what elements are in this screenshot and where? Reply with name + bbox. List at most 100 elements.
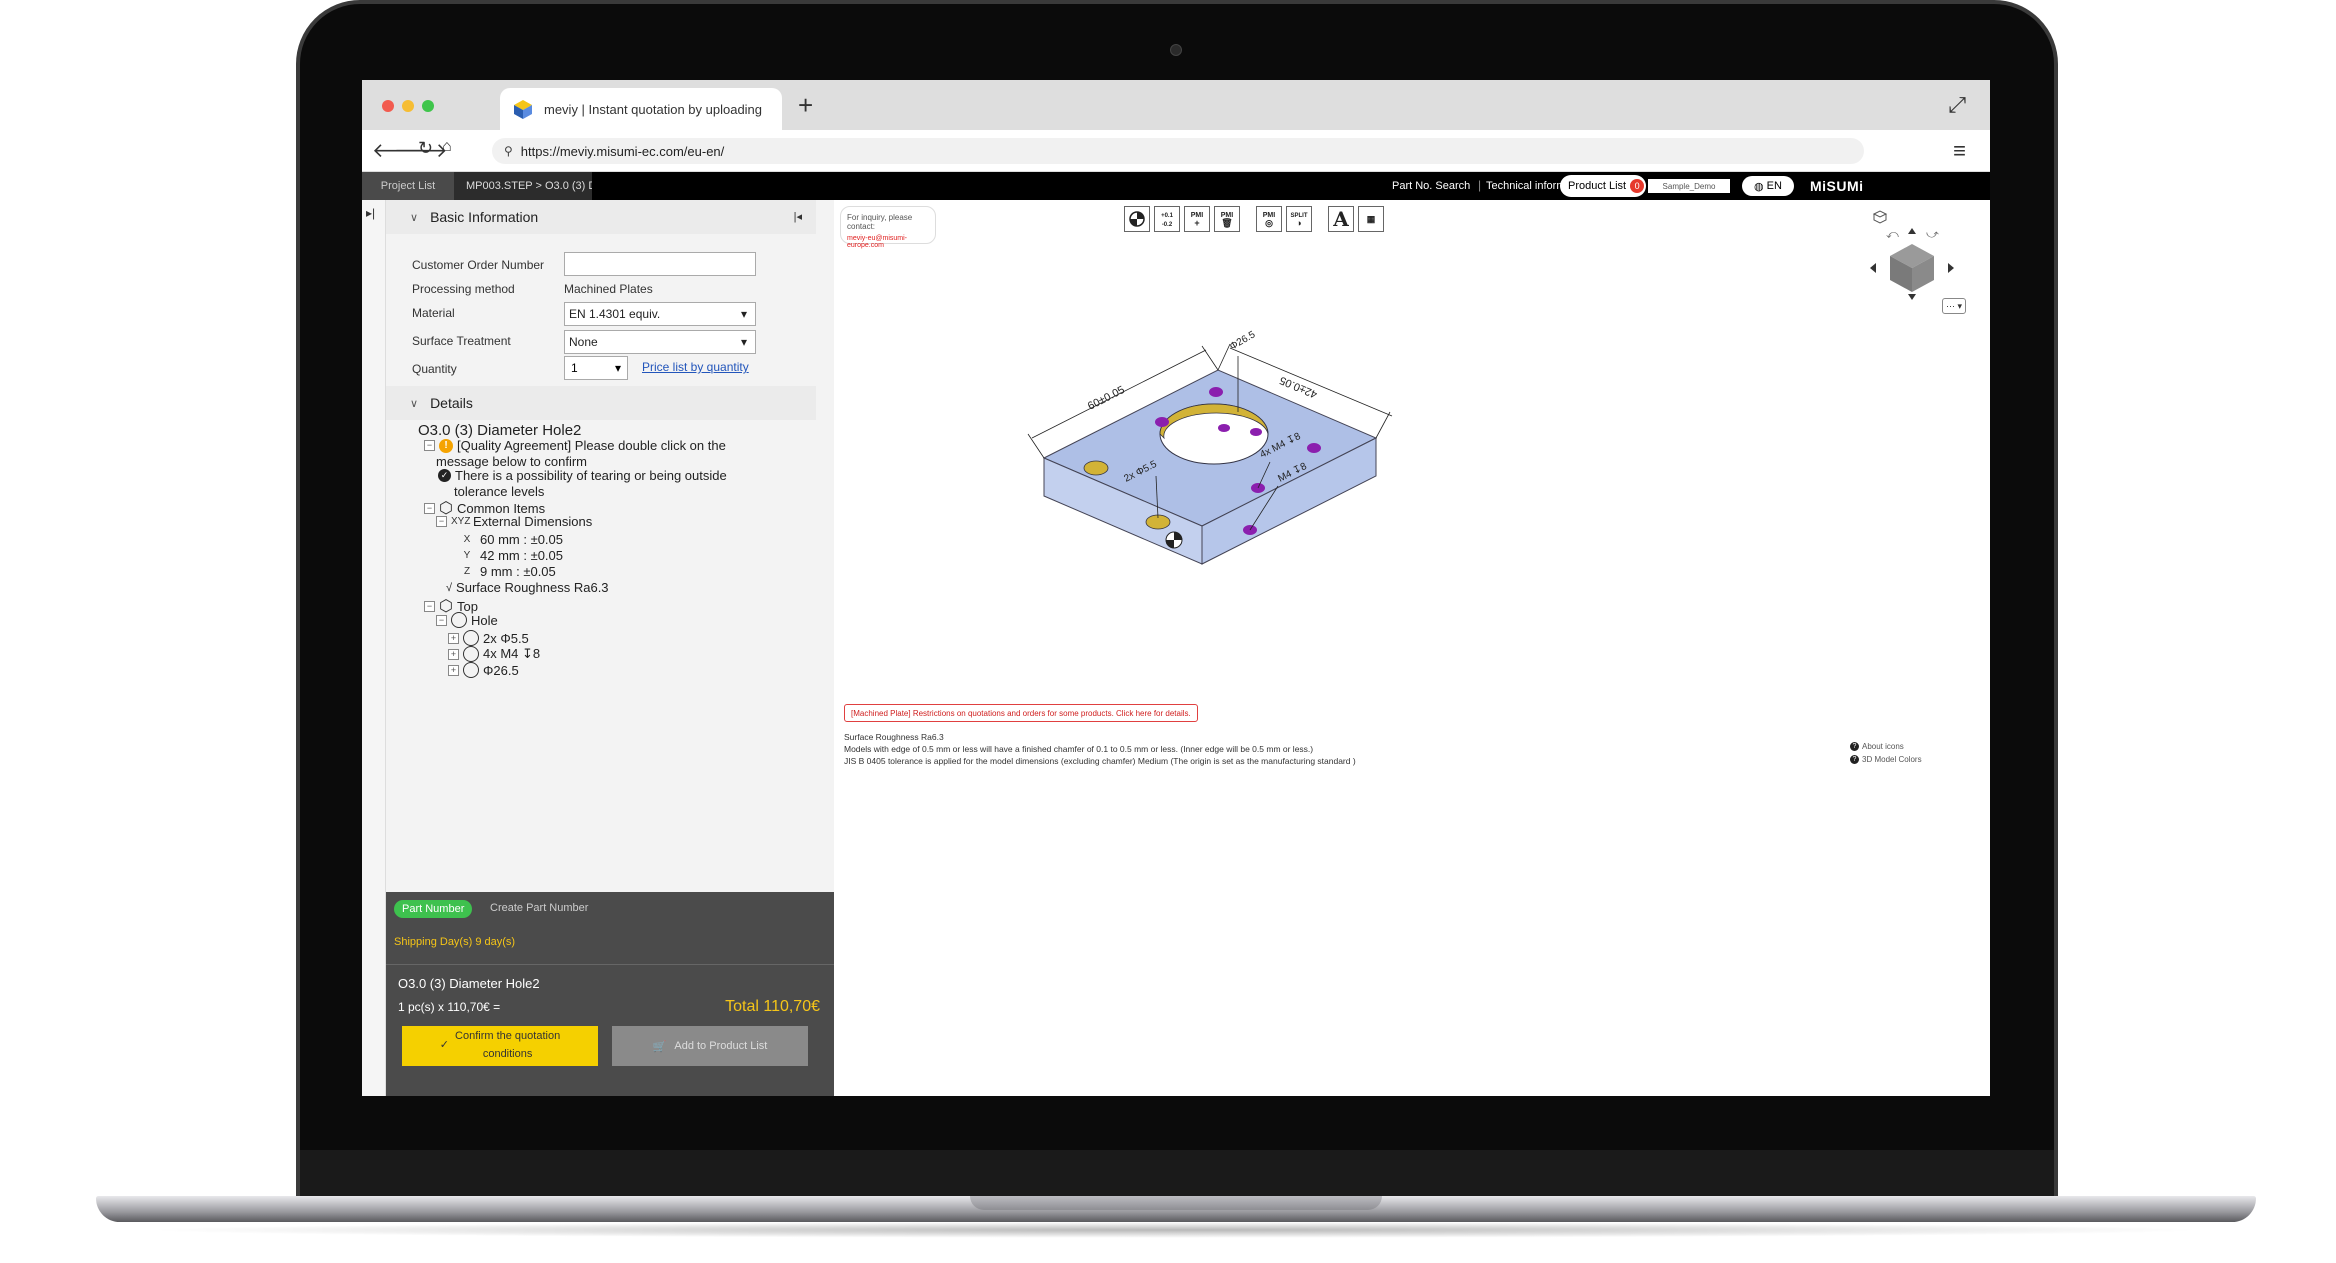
breadcrumb[interactable]: MP003.STEP > O3.0 (3) Diameter ... [454,172,592,200]
3d-model[interactable]: 60±0.05 42±0.05 Φ26.5 2x Φ5.5 4x M4 ↧8 M… [994,330,1434,630]
browser-tabbar: meviy | Instant quotation by uploading 3… [362,80,1990,130]
warning-icon: ! [439,438,453,453]
dimension-y[interactable]: Y 42 mm : ±0.05 [458,548,563,563]
info-tolerance: JIS B 0405 tolerance is applied for the … [844,756,1356,766]
side-collapse-bar[interactable]: ▸| [362,200,386,1096]
expand-panel-icon[interactable]: ▸| [366,206,375,220]
origin-marker-icon [1165,531,1183,549]
external-dimensions-node[interactable]: − XYZ External Dimensions [436,514,592,529]
chevron-down-icon: ∨ [410,211,419,224]
close-window-icon[interactable] [382,100,394,112]
arrow-left-icon[interactable] [1870,263,1876,273]
menu-icon[interactable]: ≡ [1953,138,1966,164]
create-part-number-link[interactable]: Create Part Number [490,902,588,914]
quality-agreement-node[interactable]: − ! [Quality Agreement] Please double cl… [424,438,726,453]
model-viewer[interactable]: For inquiry, please contact: meviy-eu@mi… [834,200,1990,1096]
dimension-x[interactable]: X 60 mm : ±0.05 [458,532,563,547]
hole-item-label: Φ26.5 [483,662,519,678]
arrow-up-icon[interactable] [1908,228,1916,234]
model-colors-label: 3D Model Colors [1862,755,1922,764]
arrow-right-icon[interactable] [1948,263,1954,273]
purple-hole [1218,424,1230,432]
collapse-node-icon[interactable]: − [436,614,447,626]
text-size-icon[interactable]: A [1328,206,1354,232]
expand-node-icon[interactable]: + [448,648,459,660]
rotate-right-icon[interactable]: ⤻ [1926,227,1939,241]
language-label: EN [1766,180,1782,192]
laptop-shadow [140,1222,2210,1238]
expand-node-icon[interactable]: + [448,632,459,644]
purple-hole [1155,417,1169,427]
pmi-add-icon[interactable]: PMI + [1184,206,1210,232]
details-header[interactable]: ∨ Details [386,386,816,420]
quantity-label: Quantity [412,362,457,376]
hole-5-5 [1083,460,1109,476]
hole-label: Hole [471,612,498,628]
dimension-z-label: 9 mm : ±0.05 [480,564,556,579]
shipping-days: Shipping Day(s) 9 day(s) [394,936,516,948]
surface-value: None [569,335,598,349]
home-icon[interactable]: ⌂ [442,138,452,156]
header-separator: | [1478,178,1482,192]
hole-item[interactable]: + 4x M4 ↧8 [448,646,540,662]
reload-icon[interactable]: ↻ [418,138,433,159]
product-list-button[interactable]: Product List 0 [1560,175,1646,197]
pmi-delete-icon[interactable]: PMI 🗑 [1214,206,1240,232]
circle-icon [463,662,479,678]
globe-icon: ◍ [1754,180,1764,193]
collapse-node-icon[interactable]: − [424,502,435,514]
add-to-product-list-button[interactable]: 🛒 Add to Product List [612,1026,808,1066]
cube-icon[interactable] [1890,244,1934,292]
part-no-search-link[interactable]: Part No. Search [1392,180,1470,192]
restriction-notice[interactable]: [Machined Plate] Restrictions on quotati… [844,704,1198,722]
material-select[interactable]: EN 1.4301 equiv. ▾ [564,302,756,326]
purple-hole [1250,428,1262,436]
browser-tab[interactable]: meviy | Instant quotation by uploading 3… [500,88,782,130]
surface-select[interactable]: None ▾ [564,330,756,354]
hole-item[interactable]: + 2x Φ5.5 [448,630,529,646]
help-icon: ? [1850,742,1859,751]
quantity-select[interactable]: 1 ▾ [564,356,628,380]
split-icon[interactable]: SPLIT ◑ [1286,206,1312,232]
tearing-message[interactable]: ✓ There is a possibility of tearing or b… [438,468,727,483]
home-view-icon[interactable] [1872,210,1888,224]
purple-hole [1209,387,1223,397]
inquiry-email[interactable]: meviy-eu@misumi-europe.com [847,235,929,249]
about-icons-link[interactable]: ? About icons [1850,742,1904,751]
model-colors-link[interactable]: ? 3D Model Colors [1850,755,1922,764]
part-number-tab[interactable]: Part Number [394,900,473,918]
hole-item[interactable]: + Φ26.5 [448,662,519,678]
maximize-window-icon[interactable] [422,100,434,112]
pmi-hide-icon[interactable]: PMI ◎ [1256,206,1282,232]
collapse-node-icon[interactable]: − [436,516,447,527]
more-options-button[interactable]: ⋯ ▾ [1942,298,1966,314]
surface-roughness-node[interactable]: √ Surface Roughness Ra6.3 [446,580,609,595]
collapse-panel-icon[interactable]: |◂ [794,210,802,223]
grid-view-icon[interactable]: ▦ [1358,206,1384,232]
language-button[interactable]: ◍ EN [1742,176,1794,196]
confirm-label-line1: Confirm the quotation [455,1030,561,1043]
dimension-z[interactable]: Z 9 mm : ±0.05 [458,564,556,579]
collapse-node-icon[interactable]: − [424,600,435,612]
project-list-link[interactable]: Project List [362,172,454,200]
info-roughness: Surface Roughness Ra6.3 [844,732,944,742]
dimension-x-label: 60 mm : ±0.05 [480,532,564,547]
price-list-link[interactable]: Price list by quantity [642,360,749,374]
user-account[interactable]: Sample_Demo [1648,179,1730,193]
rotate-left-icon[interactable]: ⤺ [1886,227,1899,241]
view-cube[interactable]: ⤺ ⤻ [1864,208,1960,308]
tolerance-icon[interactable]: +0.1 -0.2 [1154,206,1180,232]
arrow-down-icon[interactable] [1908,294,1916,300]
new-tab-icon[interactable]: + [798,90,813,121]
origin-icon[interactable] [1124,206,1150,232]
fullscreen-icon[interactable]: ⤢ [1948,92,1966,118]
url-bar[interactable]: ⚲ https://meviy.misumi-ec.com/eu-en/ [492,138,1864,164]
customer-order-input[interactable] [564,252,756,276]
hole-node[interactable]: − Hole [436,612,498,628]
tearing-text-1: There is a possibility of tearing or bei… [455,468,727,483]
basic-info-header[interactable]: ∨ Basic Information |◂ [386,200,816,234]
minimize-window-icon[interactable] [402,100,414,112]
confirm-quotation-button[interactable]: ✓ Confirm the quotation conditions [402,1026,598,1066]
collapse-node-icon[interactable]: − [424,440,435,451]
expand-node-icon[interactable]: + [448,664,459,676]
